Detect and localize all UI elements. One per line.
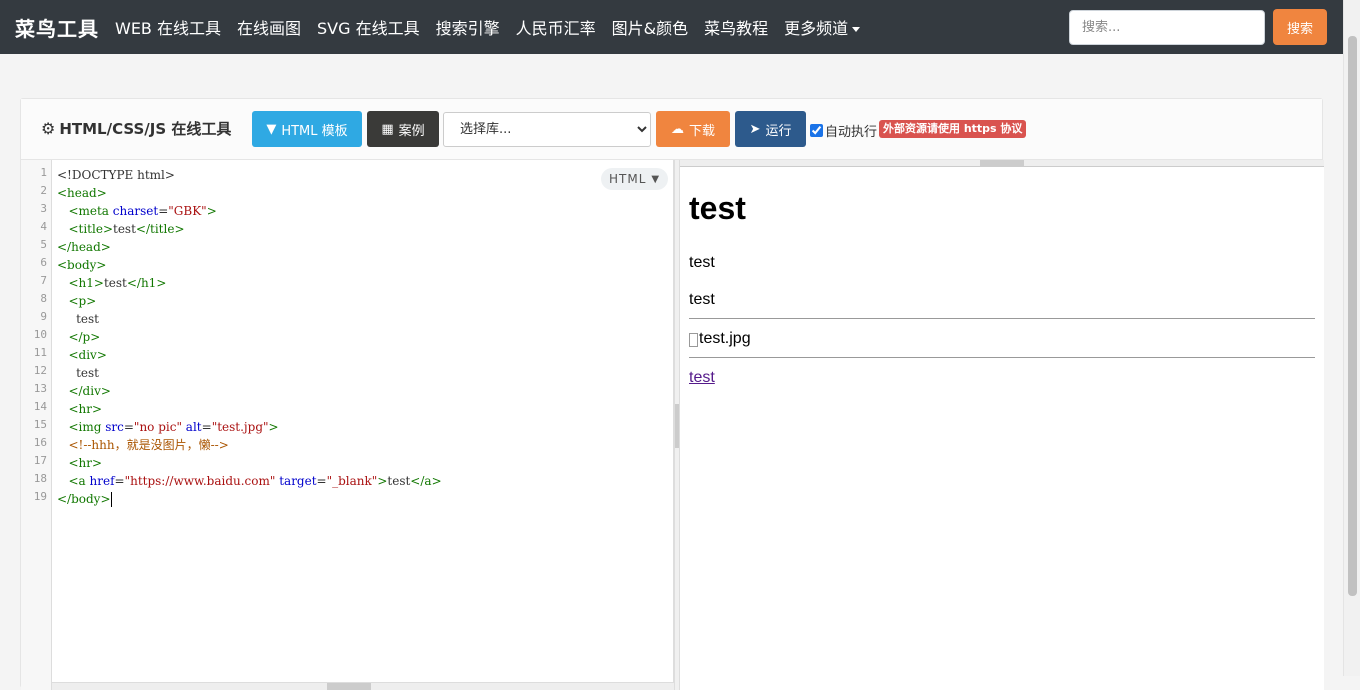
code-line[interactable]: <!--hhh，就是没图片，懒--> — [57, 436, 442, 454]
code-line[interactable]: </head> — [57, 238, 442, 256]
preview-scrollbar[interactable] — [680, 160, 1324, 167]
autorun-checkbox[interactable] — [810, 124, 823, 137]
code-line[interactable]: <hr> — [57, 454, 442, 472]
run-button[interactable]: ➤ 运行 — [735, 111, 806, 147]
preview-divider — [689, 357, 1315, 358]
line-number: 10 — [33, 328, 47, 341]
line-number: 13 — [33, 382, 47, 395]
line-number: 15 — [33, 418, 47, 431]
line-number: 1 — [40, 166, 47, 179]
html-template-label: HTML 模板 — [281, 123, 348, 139]
line-number: 18 — [33, 472, 47, 485]
code-line[interactable]: </body> — [57, 490, 442, 508]
download-label: 下载 — [688, 123, 715, 139]
code-line[interactable]: <a href="https://www.baidu.com" target="… — [57, 472, 441, 490]
line-number: 3 — [40, 202, 47, 215]
code-line[interactable]: </div> — [57, 382, 442, 400]
line-number: 16 — [33, 436, 47, 449]
autorun-toggle[interactable]: 自动执行 — [810, 121, 877, 140]
image-alt-text: test.jpg — [699, 330, 751, 347]
nav-link-more-channels[interactable]: 更多频道 — [784, 15, 861, 39]
code-line[interactable]: <head> — [57, 184, 442, 202]
code-line[interactable]: <body> — [57, 256, 442, 274]
line-number: 11 — [33, 346, 47, 359]
code-line[interactable]: <meta charset="GBK"> — [57, 202, 442, 220]
code-line[interactable]: <img src="no pic" alt="test.jpg"> — [57, 418, 442, 436]
code-line[interactable]: <h1>test</h1> — [57, 274, 442, 292]
line-number: 12 — [33, 364, 47, 377]
table-icon: ▦ — [381, 121, 394, 137]
language-badge[interactable]: HTML ▼ — [601, 168, 669, 190]
nav-link-svg-tools[interactable]: SVG 在线工具 — [317, 15, 420, 39]
code-line[interactable]: </p> — [57, 328, 442, 346]
tool-card: ⚙ HTML/CSS/JS 在线工具 ▼ HTML 模板 ▦ 案例 选择库...… — [20, 98, 1324, 690]
cloud-download-icon: ☁ — [670, 121, 684, 137]
code-content[interactable]: <!DOCTYPE html> <head> <meta charset="GBK… — [57, 166, 442, 508]
preview-heading: test — [689, 190, 746, 226]
preview-link[interactable]: test — [689, 369, 1315, 387]
preview-broken-image: test.jpg — [689, 330, 1315, 348]
nav-link-tutorial[interactable]: 菜鸟教程 — [704, 15, 768, 39]
toolbar: ⚙ HTML/CSS/JS 在线工具 ▼ HTML 模板 ▦ 案例 选择库...… — [21, 99, 1322, 160]
example-button[interactable]: ▦ 案例 — [367, 111, 439, 147]
run-label: 运行 — [765, 123, 792, 139]
line-number: 19 — [33, 490, 47, 503]
search-button[interactable]: 搜索 — [1273, 9, 1327, 45]
line-number: 8 — [40, 292, 47, 305]
line-number: 5 — [40, 238, 47, 251]
preview-div-text: test — [689, 291, 715, 308]
nav-link-search-engine[interactable]: 搜索引擎 — [436, 15, 500, 39]
preview-paragraph: test — [689, 254, 715, 271]
example-label: 案例 — [398, 123, 425, 139]
preview-pane: test test test test.jpg test — [680, 160, 1324, 690]
code-editor[interactable]: 1 2 3 4 5 6 7 8 9 10 11 12 13 14 15 16 1… — [21, 160, 674, 690]
code-line[interactable]: test — [57, 364, 442, 382]
https-notice-badge: 外部资源请使用 https 协议 — [879, 120, 1027, 138]
nav-link-rmb-rate[interactable]: 人民币汇率 — [516, 15, 596, 39]
nav-link-drawing[interactable]: 在线画图 — [237, 15, 301, 39]
broken-image-icon — [689, 333, 698, 347]
top-navbar: 菜鸟工具 WEB 在线工具 在线画图 SVG 在线工具 搜索引擎 人民币汇率 图… — [0, 0, 1343, 54]
page-scrollbar-thumb[interactable] — [1348, 36, 1357, 596]
search-input[interactable] — [1069, 10, 1265, 45]
html5-icon: ▼ — [266, 121, 277, 137]
preview-divider — [689, 318, 1315, 319]
nav-link-web-tools[interactable]: WEB 在线工具 — [115, 15, 221, 39]
line-number: 17 — [33, 454, 47, 467]
download-button[interactable]: ☁ 下载 — [656, 111, 730, 147]
nav-links: WEB 在线工具 在线画图 SVG 在线工具 搜索引擎 人民币汇率 图片&颜色 … — [115, 15, 876, 39]
line-number: 4 — [40, 220, 47, 233]
code-line[interactable]: <!DOCTYPE html> — [57, 166, 442, 184]
line-number: 7 — [40, 274, 47, 287]
more-channels-label: 更多频道 — [784, 19, 849, 38]
editor-horizontal-scrollbar[interactable] — [52, 682, 674, 690]
code-line[interactable]: <p> — [57, 292, 442, 310]
preview-scrollbar-thumb[interactable] — [980, 160, 1024, 166]
nav-link-image-color[interactable]: 图片&颜色 — [612, 15, 688, 39]
code-line[interactable]: <title>test</title> — [57, 220, 442, 238]
line-number-gutter: 1 2 3 4 5 6 7 8 9 10 11 12 13 14 15 16 1… — [21, 160, 52, 690]
html5-icon: ▼ — [651, 173, 661, 185]
splitter-grip[interactable] — [675, 404, 679, 448]
chevron-down-icon — [852, 27, 861, 32]
line-number: 2 — [40, 184, 47, 197]
text-cursor — [110, 492, 112, 507]
code-line[interactable]: <hr> — [57, 400, 442, 418]
brand-logo[interactable]: 菜鸟工具 — [15, 13, 99, 42]
html-template-button[interactable]: ▼ HTML 模板 — [252, 111, 362, 147]
code-line[interactable]: test — [57, 310, 442, 328]
page-scrollbar[interactable] — [1343, 0, 1360, 676]
autorun-label: 自动执行 — [825, 125, 878, 140]
code-line[interactable]: <div> — [57, 346, 442, 364]
gears-icon: ⚙ — [41, 119, 56, 138]
line-number: 14 — [33, 400, 47, 413]
line-number: 6 — [40, 256, 47, 269]
library-select[interactable]: 选择库... — [443, 112, 651, 147]
line-number: 9 — [40, 310, 47, 323]
tool-title: ⚙ HTML/CSS/JS 在线工具 — [41, 118, 231, 139]
editor-scrollbar-thumb[interactable] — [327, 683, 371, 690]
tool-title-text: HTML/CSS/JS 在线工具 — [59, 120, 232, 138]
paper-plane-icon: ➤ — [749, 121, 761, 137]
language-label: HTML — [609, 172, 647, 186]
